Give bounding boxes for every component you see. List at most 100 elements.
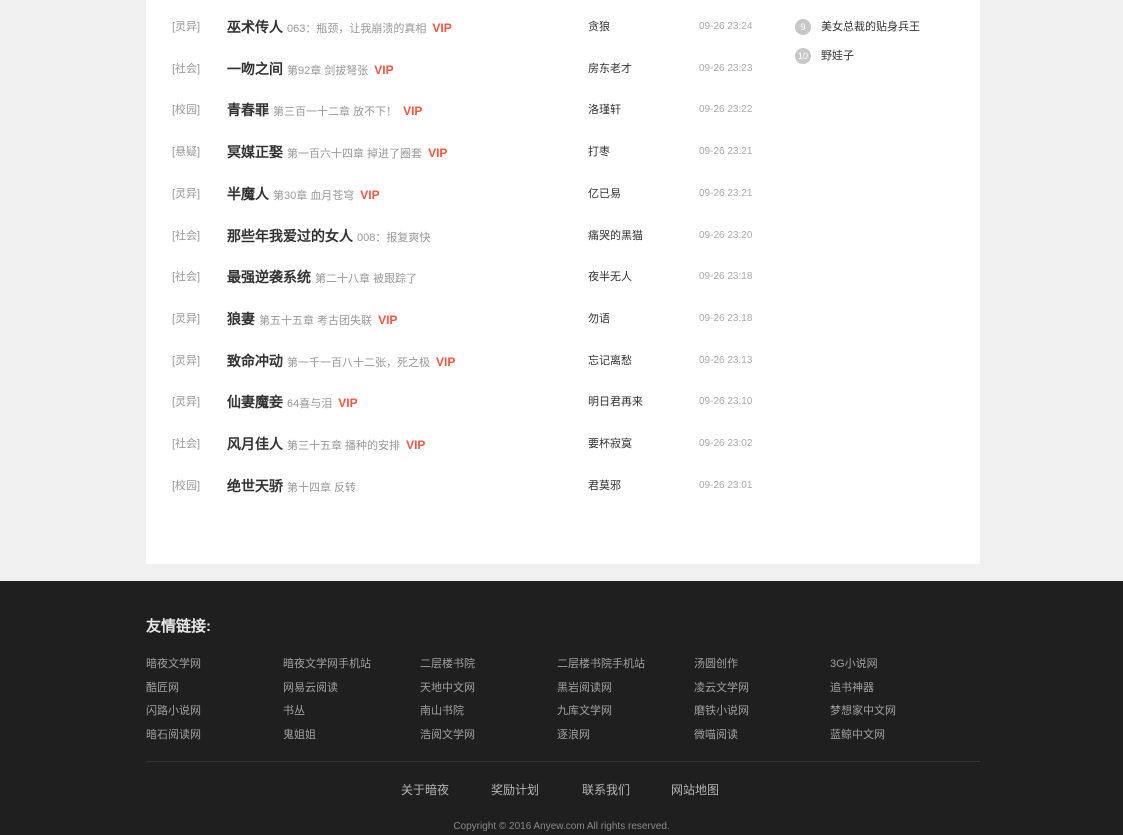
update-time: 09-26 23:01 (699, 479, 753, 491)
book-title-link[interactable]: 半魔人 (227, 186, 269, 202)
friend-link[interactable]: 暗夜文学网 (146, 657, 201, 671)
friend-link[interactable]: 酷匠网 (146, 681, 179, 695)
chapter-link[interactable]: 第五十五章 考古团失联 (259, 315, 372, 327)
update-time: 09-26 23:10 (699, 396, 753, 408)
book-title-link[interactable]: 狼妻 (227, 311, 255, 327)
category-label[interactable]: [灵异] (172, 187, 200, 201)
chapter-link[interactable]: 第二十八章 被跟踪了 (315, 273, 417, 285)
site-footer: 友情链接: 暗夜文学网 暗夜文学网手机站 二层楼书院 二层楼书院手机站 汤圆创作 3G小说… (0, 581, 1123, 835)
friend-link[interactable]: 蓝鲸中文网 (830, 728, 885, 742)
chapter-link[interactable]: 64喜与泪 (287, 398, 332, 410)
friend-link[interactable]: 微喵阅读 (694, 728, 738, 742)
friend-link[interactable]: 汤圆创作 (694, 657, 738, 671)
category-label[interactable]: [校园] (172, 479, 200, 493)
friend-link[interactable]: 书丛 (283, 704, 305, 718)
update-time: 09-26 23:20 (699, 229, 753, 241)
friend-link[interactable]: 网易云阅读 (283, 681, 338, 695)
category-label[interactable]: [灵异] (172, 312, 200, 326)
friend-link[interactable]: 3G小说网 (830, 657, 878, 671)
friend-link[interactable]: 逐浪网 (557, 728, 590, 742)
footer-nav-link[interactable]: 网站地图 (671, 782, 719, 798)
update-title-group: 致命冲动 第一千一百八十二张，死之极 VIP (227, 352, 455, 372)
author-link[interactable]: 打枣 (588, 145, 610, 159)
chapter-link[interactable]: 第30章 血月苍穹 (273, 190, 354, 202)
friend-link[interactable]: 二层楼书院 (420, 657, 475, 671)
chapter-link[interactable]: 第一百六十四章 掉进了圈套 (287, 148, 422, 160)
category-label[interactable]: [悬疑] (172, 145, 200, 159)
friend-link[interactable]: 二层楼书院手机站 (557, 657, 645, 671)
update-time: 09-26 23:18 (699, 312, 753, 324)
category-label[interactable]: [社会] (172, 270, 200, 284)
book-title-link[interactable]: 冥媒正娶 (227, 144, 283, 160)
chapter-link[interactable]: 008：报复爽快 (357, 232, 430, 244)
rank-book-title[interactable]: 野娃子 (821, 49, 854, 63)
author-link[interactable]: 夜半无人 (588, 270, 632, 284)
chapter-link[interactable]: 第三十五章 播种的安排 (287, 440, 400, 452)
friend-link[interactable]: 磨铁小说网 (694, 704, 749, 718)
category-label[interactable]: [灵异] (172, 20, 200, 34)
update-title-group: 青春罪 第三百一十二章 放不下！ VIP (227, 101, 422, 121)
book-title-link[interactable]: 绝世天骄 (227, 478, 283, 494)
footer-nav-link[interactable]: 联系我们 (582, 782, 630, 798)
chapter-link[interactable]: 第三百一十二章 放不下！ (273, 106, 397, 118)
update-row: [校园] 绝世天骄 第十四章 反转 君莫邪 09-26 23:01 (146, 478, 980, 521)
chapter-link[interactable]: 第92章 剑拔弩张 (287, 65, 368, 77)
author-link[interactable]: 贪狼 (588, 20, 610, 34)
book-title-link[interactable]: 最强逆袭系统 (227, 269, 311, 285)
update-row: [社会] 最强逆袭系统 第二十八章 被跟踪了 夜半无人 09-26 23:18 (146, 268, 980, 312)
book-title-link[interactable]: 一吻之间 (227, 61, 283, 77)
chapter-link[interactable]: 063：瓶颈，让我崩溃的真相 (287, 23, 426, 35)
update-row: [灵异] 狼妻 第五十五章 考古团失联 VIP 勿语 09-26 23:18 (146, 311, 980, 354)
author-link[interactable]: 洛瑾轩 (588, 103, 621, 117)
friend-link[interactable]: 鬼姐姐 (283, 728, 316, 742)
footer-nav-link[interactable]: 关于暗夜 (401, 782, 449, 798)
author-link[interactable]: 痛哭的黑猫 (588, 229, 643, 243)
friend-link[interactable]: 黑岩阅读网 (557, 681, 612, 695)
friend-link[interactable]: 浩阅文学网 (420, 728, 475, 742)
author-link[interactable]: 勿语 (588, 312, 610, 326)
friend-link[interactable]: 天地中文网 (420, 681, 475, 695)
update-title-group: 那些年我爱过的女人 008：报复爽快 (227, 227, 430, 247)
author-link[interactable]: 明日君再来 (588, 395, 643, 409)
friend-link[interactable]: 闪路小说网 (146, 704, 201, 718)
update-time: 09-26 23:23 (699, 62, 753, 74)
book-title-link[interactable]: 巫术传人 (227, 19, 283, 35)
update-time: 09-26 23:24 (699, 21, 753, 32)
update-title-group: 最强逆袭系统 第二十八章 被跟踪了 (227, 268, 417, 288)
book-title-link[interactable]: 风月佳人 (227, 436, 283, 452)
friend-link[interactable]: 梦想家中文网 (830, 704, 896, 718)
book-title-link[interactable]: 致命冲动 (227, 353, 283, 369)
vip-badge: VIP (338, 396, 358, 411)
friend-link[interactable]: 凌云文学网 (694, 681, 749, 695)
category-label[interactable]: [灵异] (172, 395, 200, 409)
category-label[interactable]: [社会] (172, 62, 200, 76)
update-title-group: 巫术传人 063：瓶颈，让我崩溃的真相 VIP (227, 18, 452, 38)
author-link[interactable]: 君莫邪 (588, 479, 621, 493)
category-label[interactable]: [校园] (172, 103, 200, 117)
friend-link[interactable]: 追书神器 (830, 681, 874, 695)
author-link[interactable]: 忘记离愁 (588, 354, 632, 368)
category-label[interactable]: [社会] (172, 437, 200, 451)
author-link[interactable]: 房东老才 (588, 62, 632, 76)
footer-nav-link[interactable]: 奖励计划 (491, 782, 539, 798)
update-title-group: 半魔人 第30章 血月苍穹 VIP (227, 185, 380, 205)
book-title-link[interactable]: 那些年我爱过的女人 (227, 228, 353, 244)
chapter-link[interactable]: 第十四章 反转 (287, 482, 356, 494)
update-title-group: 一吻之间 第92章 剑拔弩张 VIP (227, 60, 394, 80)
rank-book-title[interactable]: 美女总裁的贴身兵王 (821, 20, 920, 34)
author-link[interactable]: 要杯寂寞 (588, 437, 632, 451)
author-link[interactable]: 亿已易 (588, 187, 621, 201)
category-label[interactable]: [社会] (172, 229, 200, 243)
book-title-link[interactable]: 仙妻魔妾 (227, 394, 283, 410)
friend-link[interactable]: 九库文学网 (557, 704, 612, 718)
chapter-link[interactable]: 第一千一百八十二张，死之极 (287, 357, 430, 369)
update-title-group: 仙妻魔妾 64喜与泪 VIP (227, 393, 358, 413)
update-row: [校园] 青春罪 第三百一十二章 放不下！ VIP 洛瑾轩 09-26 23:22 (146, 101, 980, 145)
vip-badge: VIP (406, 438, 426, 452)
friend-link[interactable]: 暗石阅读网 (146, 728, 201, 742)
book-title-link[interactable]: 青春罪 (227, 102, 269, 118)
friend-link[interactable]: 南山书院 (420, 704, 464, 718)
category-label[interactable]: [灵异] (172, 354, 200, 368)
friend-link[interactable]: 暗夜文学网手机站 (283, 657, 371, 671)
update-time: 09-26 23:21 (699, 187, 753, 199)
